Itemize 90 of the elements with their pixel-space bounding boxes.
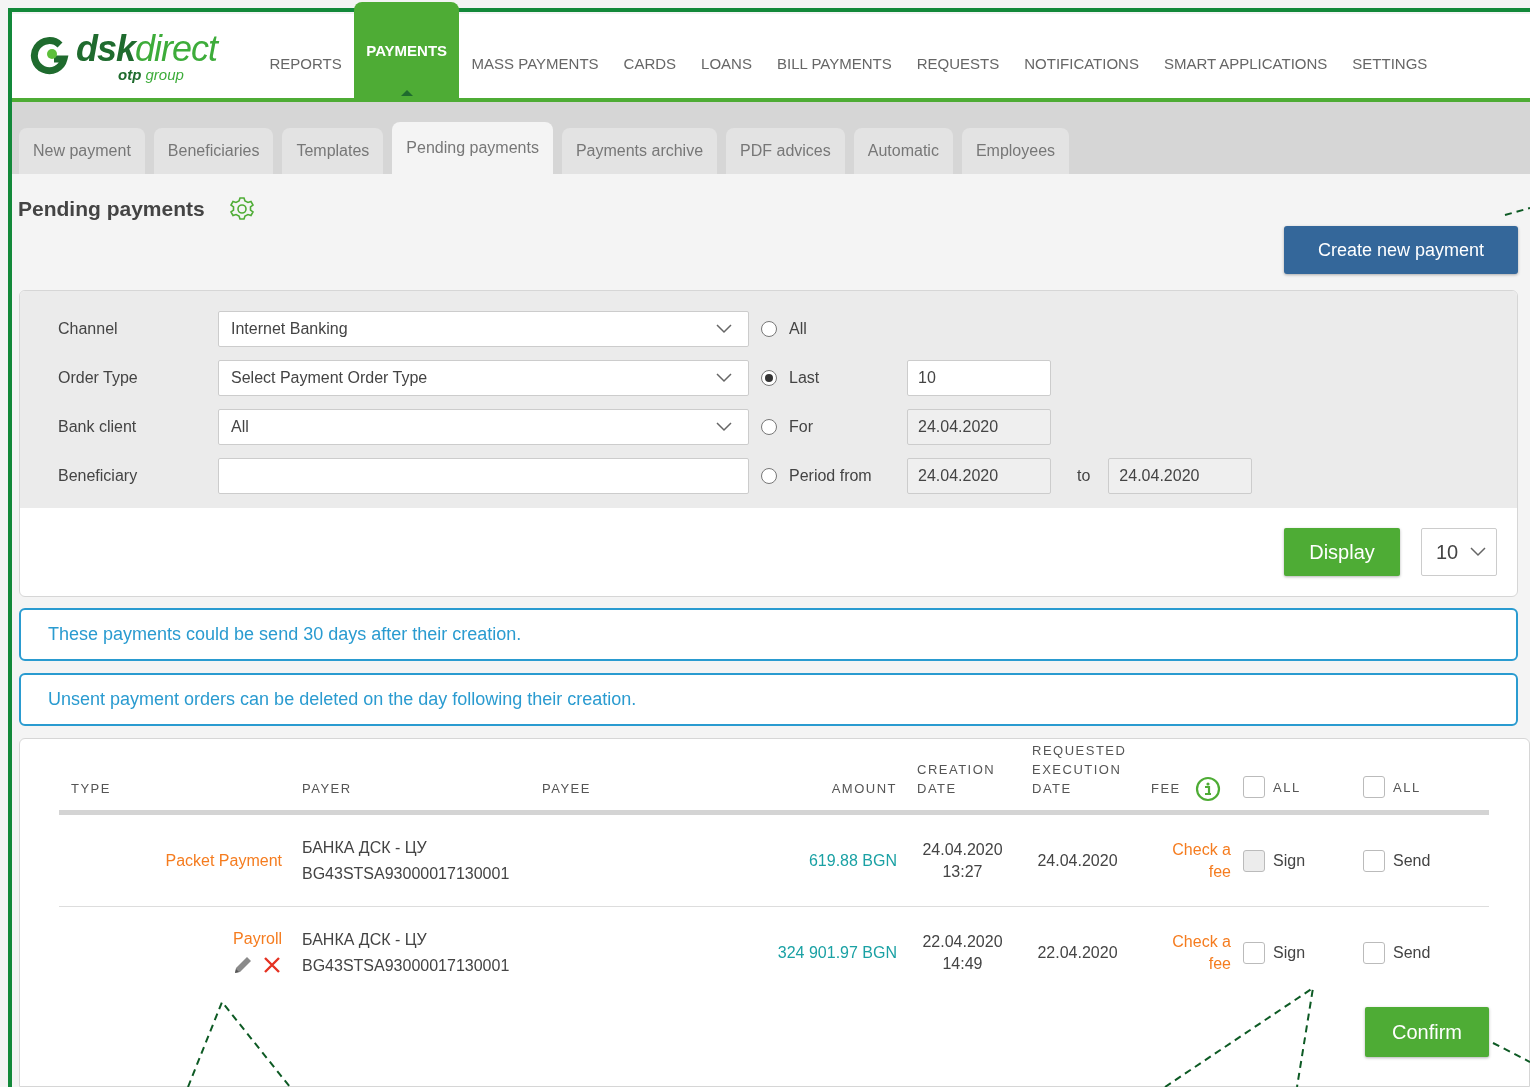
input-field[interactable]	[218, 458, 749, 494]
nav-tab[interactable]: PAYMENTS	[354, 2, 460, 98]
nav-tab[interactable]: NOTIFICATIONS	[1011, 14, 1152, 98]
column-header: PAYER	[302, 780, 352, 798]
display-button[interactable]: Display	[1284, 528, 1400, 576]
creation-time: 13:27	[942, 861, 983, 882]
caret-icon	[400, 90, 413, 96]
radio-button[interactable]	[761, 321, 777, 337]
column-header: REQUESTED EXECUTION DATE	[1032, 742, 1127, 798]
input-field[interactable]: 10	[907, 360, 1051, 396]
leader-line	[1504, 207, 1530, 216]
nav-tab[interactable]: CARDS	[611, 14, 689, 98]
nav-tab[interactable]: LOANS	[688, 14, 765, 98]
chevron-icon	[1470, 547, 1486, 557]
checkbox-label: Sign	[1273, 944, 1306, 962]
execution-date: 24.04.2020	[1037, 850, 1118, 871]
creation-date: 22.04.2020	[922, 932, 1003, 952]
checkbox[interactable]	[1363, 849, 1385, 872]
checkbox-label: Sign	[1273, 851, 1306, 870]
field-label: Order Type	[58, 369, 139, 387]
input-field[interactable]: 24.04.2020	[1108, 458, 1253, 494]
sub-tab[interactable]: Automatic	[853, 128, 953, 174]
pencil-icon[interactable]	[232, 954, 254, 976]
radio-button[interactable]	[761, 370, 777, 386]
input-field[interactable]: 24.04.2020	[907, 409, 1051, 445]
delete-icon[interactable]	[262, 955, 282, 975]
nav-tab[interactable]: SMART APPLICATIONS	[1151, 14, 1340, 98]
column-header: TYPE	[71, 780, 111, 798]
sub-tab[interactable]: New payment	[19, 128, 145, 174]
info-notice: Unsent payment orders can be deleted on the day following their creation.	[19, 673, 1518, 726]
info-icon[interactable]	[1194, 776, 1221, 802]
select-field[interactable]: Internet Banking	[218, 311, 749, 347]
sub-tab[interactable]: Employees	[961, 128, 1070, 174]
column-header: AMOUNT	[831, 780, 897, 798]
settings-icon[interactable]	[228, 196, 255, 222]
checkbox[interactable]	[1363, 776, 1385, 798]
brand-tagline: otp group	[118, 66, 185, 82]
field-label: Beneficiary	[58, 467, 139, 485]
column-header: CREATION DATE	[917, 761, 996, 798]
nav-tab[interactable]: MASS PAYMENTS	[459, 14, 612, 98]
radio-label: Last	[789, 369, 821, 387]
creation-time: 14:49	[942, 954, 983, 974]
creation-date: 24.04.2020	[922, 839, 1003, 860]
checkbox[interactable]	[1243, 776, 1265, 798]
payer-name: БАНКА ДСК - ЦУ	[302, 930, 427, 950]
select-field[interactable]: All	[218, 409, 749, 445]
column-header: ALL	[1393, 778, 1421, 797]
nav-tab[interactable]: REPORTS	[257, 14, 355, 98]
checkbox-label: Send	[1393, 944, 1431, 962]
input-field[interactable]: 24.04.2020	[907, 458, 1051, 494]
nav-tab[interactable]: REQUESTS	[904, 14, 1012, 98]
sub-tab[interactable]: Pending payments	[392, 122, 553, 174]
chevron-icon	[716, 373, 732, 383]
info-notice: These payments could be send 30 days after their creation.	[19, 608, 1518, 661]
payer-name: БАНКА ДСК - ЦУ	[302, 837, 427, 858]
confirm-button[interactable]: Confirm	[1365, 1007, 1489, 1057]
create-payment-button[interactable]: Create new payment	[1284, 226, 1518, 274]
field-label: to	[1077, 467, 1091, 485]
brand-name: dskdirect	[76, 30, 218, 67]
field-label: Channel	[58, 320, 119, 338]
field-label: Bank client	[58, 418, 138, 436]
column-header: ALL	[1273, 778, 1301, 797]
column-header: PAYEE	[542, 780, 591, 798]
logo-icon	[30, 37, 70, 75]
checkbox[interactable]	[1363, 942, 1385, 964]
nav-tab[interactable]: SETTINGS	[1339, 14, 1440, 98]
page-title: Pending payments	[18, 197, 205, 221]
page-size-select[interactable]: 10	[1421, 528, 1497, 576]
amount: 619.88 BGN	[808, 851, 897, 870]
radio-label: All	[789, 320, 808, 338]
sub-tab[interactable]: Payments archive	[561, 128, 718, 174]
radio-button[interactable]	[761, 468, 777, 484]
payer-iban: BG43STSA93000017130001	[302, 956, 510, 976]
sub-tab[interactable]: PDF advices	[726, 128, 845, 174]
checkbox-label: Send	[1393, 851, 1431, 870]
nav-tab[interactable]: BILL PAYMENTS	[764, 14, 905, 98]
column-header: FEE	[1151, 780, 1181, 798]
checkbox[interactable]	[1243, 942, 1265, 964]
chevron-icon	[716, 324, 732, 334]
payer-iban: BG43STSA93000017130001	[302, 863, 510, 884]
chevron-icon	[716, 422, 732, 432]
select-field[interactable]: Select Payment Order Type	[218, 360, 749, 396]
sub-tab[interactable]: Beneficiaries	[153, 128, 274, 174]
radio-label: Period from	[789, 467, 873, 485]
leader-line	[1492, 1042, 1530, 1063]
execution-date: 22.04.2020	[1037, 943, 1118, 963]
sub-tab[interactable]: Templates	[282, 128, 384, 174]
radio-label: For	[789, 418, 814, 436]
amount: 324 901.97 BGN	[777, 944, 897, 962]
radio-button[interactable]	[761, 419, 777, 435]
